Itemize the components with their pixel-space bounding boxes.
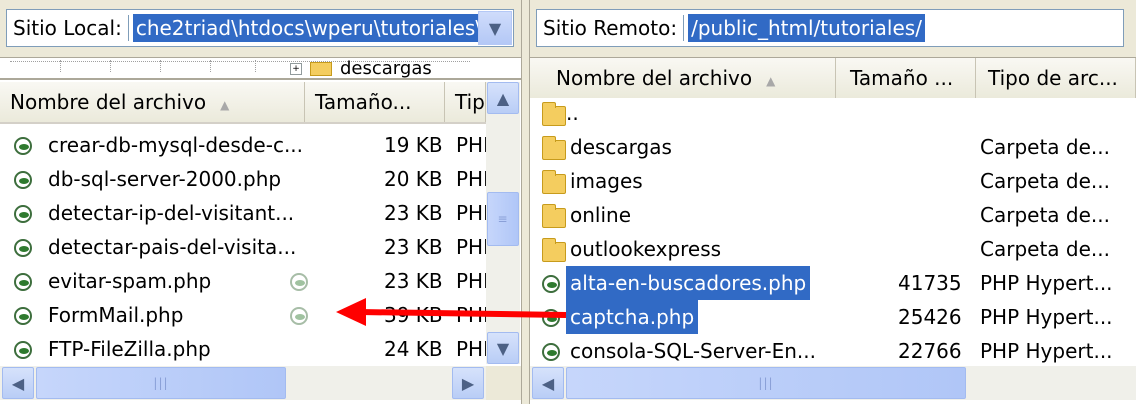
drag-arrow-icon — [336, 298, 567, 326]
